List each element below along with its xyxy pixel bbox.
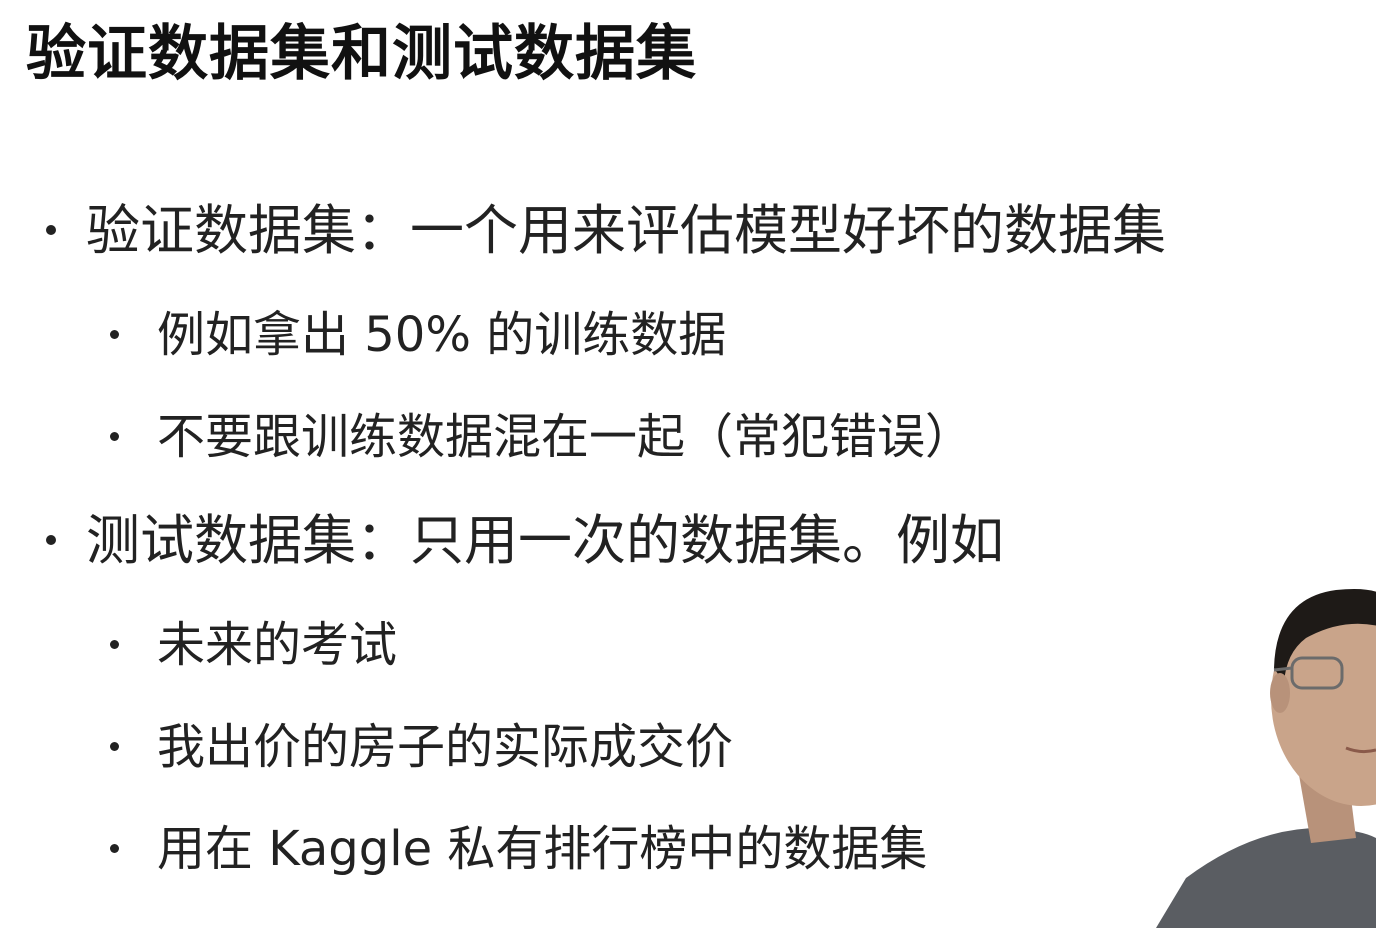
sub-bullet-kaggle-private: 用在 Kaggle 私有排行榜中的数据集 [110,814,927,884]
bullet-validation-set: 验证数据集：一个用来评估模型好坏的数据集 [46,196,1166,266]
slide-title: 验证数据集和测试数据集 [26,19,697,89]
bullet-point-icon [46,535,56,546]
bullet-point-icon [110,431,119,441]
sub-bullet-holdout-example: 例如拿出 50% 的训练数据 [110,300,726,370]
bullet-text: 例如拿出 50% 的训练数据 [157,307,727,363]
bullet-point-icon [110,843,119,853]
bullet-point-icon [110,329,119,339]
bullet-test-set: 测试数据集：只用一次的数据集。例如 [46,506,1004,576]
bullet-text: 测试数据集：只用一次的数据集。例如 [86,509,1004,572]
bullet-text: 我出价的房子的实际成交价 [157,719,734,775]
bullet-point-icon [110,741,119,751]
presenter-icon [1156,589,1376,928]
bullet-text: 不要跟训练数据混在一起（常犯错误） [157,409,974,465]
bullet-point-icon [110,639,119,649]
sub-bullet-future-exam: 未来的考试 [110,610,397,680]
bullet-point-icon [46,225,56,236]
bullet-text: 未来的考试 [157,617,398,673]
presenter-video-overlay [1146,508,1376,928]
sub-bullet-house-price: 我出价的房子的实际成交价 [110,712,733,782]
bullet-text: 用在 Kaggle 私有排行榜中的数据集 [157,821,928,877]
bullet-text: 验证数据集：一个用来评估模型好坏的数据集 [86,199,1166,262]
sub-bullet-no-mixing: 不要跟训练数据混在一起（常犯错误） [110,402,973,472]
